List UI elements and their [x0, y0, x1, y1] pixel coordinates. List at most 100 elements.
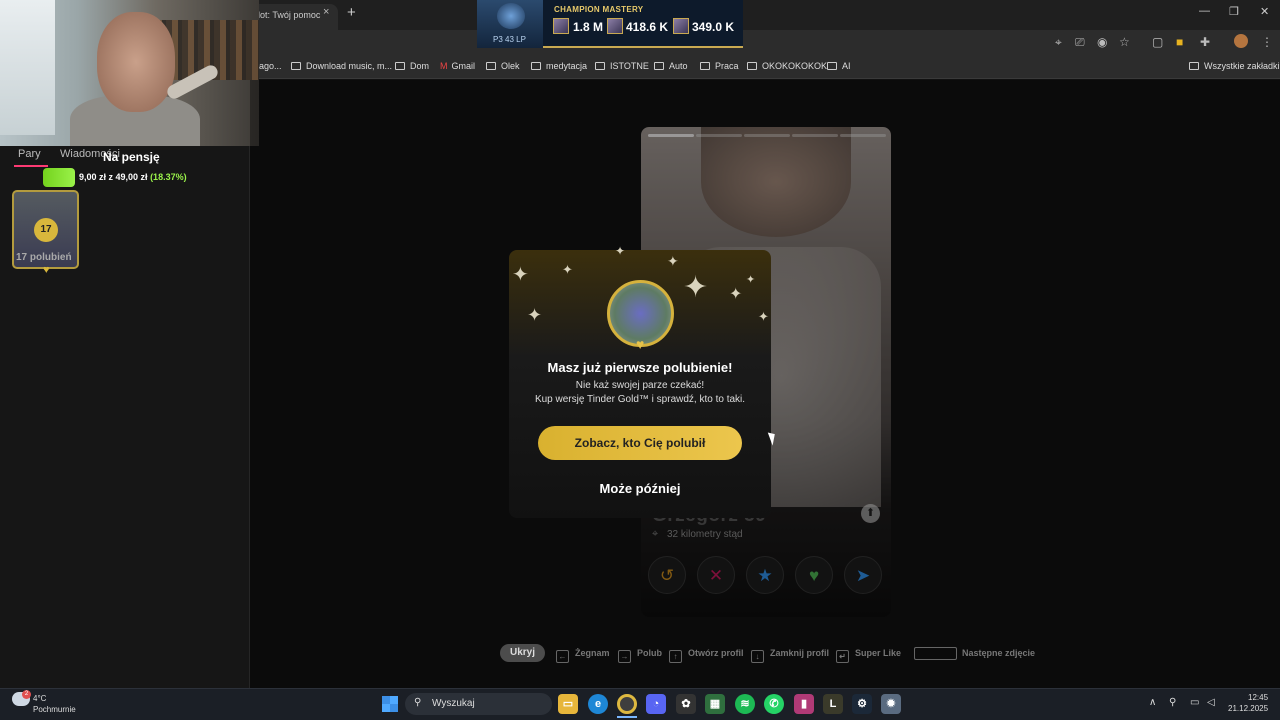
- tray-display-icon[interactable]: ▭: [1190, 697, 1199, 708]
- active-app-indicator: [617, 716, 637, 718]
- rank-emblem-icon: [497, 3, 525, 29]
- donation-goal-progress: [43, 168, 75, 187]
- menu-kebab-icon[interactable]: ⋮: [1261, 35, 1273, 49]
- folder-icon: [531, 62, 541, 70]
- bookmark-item[interactable]: M Gmail: [440, 61, 475, 71]
- star-bookmark-icon[interactable]: ☆: [1119, 35, 1130, 49]
- donation-goal-amount: 9,00 zł z 49,00 zł (18.37%): [79, 172, 187, 182]
- windows-taskbar: [0, 688, 1280, 720]
- folder-icon: [827, 62, 837, 70]
- bookmark-folder[interactable]: Praca: [700, 61, 739, 71]
- bookmark-folder[interactable]: Auto: [654, 61, 688, 71]
- bookmark-folder[interactable]: Olek: [486, 61, 520, 71]
- arrow-down-key-icon: ↓: [751, 650, 764, 663]
- bookmark-folder[interactable]: OKOKOKOKOK: [747, 61, 827, 71]
- mastery-points: 418.6 K: [626, 20, 669, 34]
- close-window-button[interactable]: ✕: [1260, 5, 1269, 18]
- sparkle-icon: ✦: [758, 309, 769, 324]
- webcam-overlay: [0, 0, 259, 146]
- folder-icon: [654, 62, 664, 70]
- sparkle-icon: ✦: [729, 286, 743, 303]
- tray-chevron-up-icon[interactable]: ∧: [1149, 697, 1156, 708]
- edge-icon[interactable]: e: [588, 694, 608, 714]
- folder-icon: [486, 62, 496, 70]
- restore-button[interactable]: ❐: [1229, 5, 1239, 18]
- chrome-icon[interactable]: [617, 694, 637, 714]
- hide-hints-button[interactable]: Ukryj: [500, 644, 545, 662]
- whatsapp-icon[interactable]: ✆: [764, 694, 784, 714]
- folder-icon: [395, 62, 405, 70]
- arrow-left-key-icon: ←: [556, 650, 569, 663]
- modal-subtitle: Nie każ swojej parze czekać!: [575, 380, 705, 391]
- league-icon[interactable]: L: [823, 694, 843, 714]
- bookmark-folder[interactable]: AI: [827, 61, 851, 71]
- taskbar-search-input[interactable]: Wyszukaj: [405, 693, 552, 715]
- location-icon[interactable]: ⌖: [1055, 35, 1062, 50]
- sparkle-icon: ✦: [512, 264, 529, 286]
- profile-avatar[interactable]: [1234, 34, 1248, 48]
- space-key-icon: [914, 647, 957, 660]
- sparkle-icon: ✦: [562, 262, 573, 277]
- openai-icon[interactable]: ✿: [676, 694, 696, 714]
- steam-icon[interactable]: ⚙: [852, 694, 872, 714]
- extensions-puzzle-icon[interactable]: ✚: [1200, 35, 1210, 49]
- mastery-points: 349.0 K: [692, 20, 735, 34]
- windows-start-icon[interactable]: [382, 696, 398, 712]
- tab-matches[interactable]: Pary: [18, 148, 41, 160]
- settings-icon[interactable]: ✹: [881, 694, 901, 714]
- bookmark-item[interactable]: Download music, m...: [291, 61, 392, 71]
- eye-off-icon[interactable]: ◉: [1097, 35, 1107, 49]
- sparkle-icon: ✦: [746, 274, 756, 286]
- hint-super-like: ↵ Super Like: [836, 648, 901, 663]
- new-tab-icon[interactable]: +: [347, 4, 356, 21]
- see-who-liked-button[interactable]: Zobacz, kto Cię polubił: [538, 426, 742, 460]
- file-explorer-icon[interactable]: ▭: [558, 694, 578, 714]
- champion-portrait-icon: [673, 18, 689, 34]
- tinder-app-icon[interactable]: ▮: [794, 694, 814, 714]
- bookmark-item[interactable]: ago...: [259, 61, 282, 71]
- sparkle-icon: ✦: [615, 244, 626, 258]
- all-bookmarks[interactable]: Wszystkie zakładki: [1189, 61, 1280, 71]
- hint-nope: ← Żegnam: [556, 648, 610, 663]
- donation-goal-title: Na pensję: [103, 150, 160, 164]
- modal-title: Masz już pierwsze polubienie!: [547, 360, 733, 375]
- champion-mastery-title: CHAMPION MASTERY: [554, 5, 644, 14]
- mastery-points: 1.8 M: [573, 20, 604, 34]
- folder-icon: [1189, 62, 1199, 70]
- minimize-button[interactable]: —: [1199, 5, 1210, 17]
- bookmark-folder[interactable]: ISTOTNE: [595, 61, 649, 71]
- gold-heart-icon: ♥: [43, 264, 50, 276]
- folder-icon: [747, 62, 757, 70]
- arrow-right-key-icon: →: [618, 650, 631, 663]
- extension-icon[interactable]: ■: [1176, 35, 1183, 49]
- tab-close-icon[interactable]: ×: [323, 6, 329, 18]
- discord-icon[interactable]: ◔: [646, 694, 666, 714]
- maybe-later-button[interactable]: Może później: [509, 481, 771, 496]
- folder-icon: [700, 62, 710, 70]
- hint-open-profile: ↑ Otwórz profil: [669, 648, 744, 663]
- likes-label: 17 polubień: [16, 252, 72, 263]
- active-tab-indicator: [14, 165, 48, 167]
- cast-icon[interactable]: ⎚: [1075, 35, 1085, 50]
- bookmark-folder[interactable]: medytacja: [531, 61, 587, 71]
- bookmark-folder[interactable]: Dom: [395, 61, 429, 71]
- clock-time[interactable]: 12:45: [1248, 693, 1268, 702]
- spotify-icon[interactable]: ≋: [735, 694, 755, 714]
- arrow-up-key-icon: ↑: [669, 650, 682, 663]
- enter-key-icon: ↵: [836, 650, 849, 663]
- tab-title: lot: Twój pomoc: [258, 10, 321, 20]
- hint-next-photo: Następne zdjęcie: [962, 648, 1036, 658]
- champion-portrait-icon: [553, 18, 569, 34]
- weather-temperature: 4°C: [33, 694, 47, 703]
- clock-date[interactable]: 21.12.2025: [1228, 704, 1268, 713]
- tray-volume-icon[interactable]: ◁: [1207, 697, 1215, 708]
- page-icon: [291, 62, 301, 70]
- folder-icon: [595, 62, 605, 70]
- gmail-icon: M: [440, 61, 448, 71]
- screenshot-icon[interactable]: ▢: [1152, 35, 1163, 49]
- tray-network-icon[interactable]: ⚲: [1169, 697, 1176, 708]
- sparkle-icon: ✦: [683, 271, 709, 304]
- excel-icon[interactable]: ▦: [705, 694, 725, 714]
- notification-badge: 2: [22, 690, 31, 699]
- hint-close-profile: ↓ Zamknij profil: [751, 648, 829, 663]
